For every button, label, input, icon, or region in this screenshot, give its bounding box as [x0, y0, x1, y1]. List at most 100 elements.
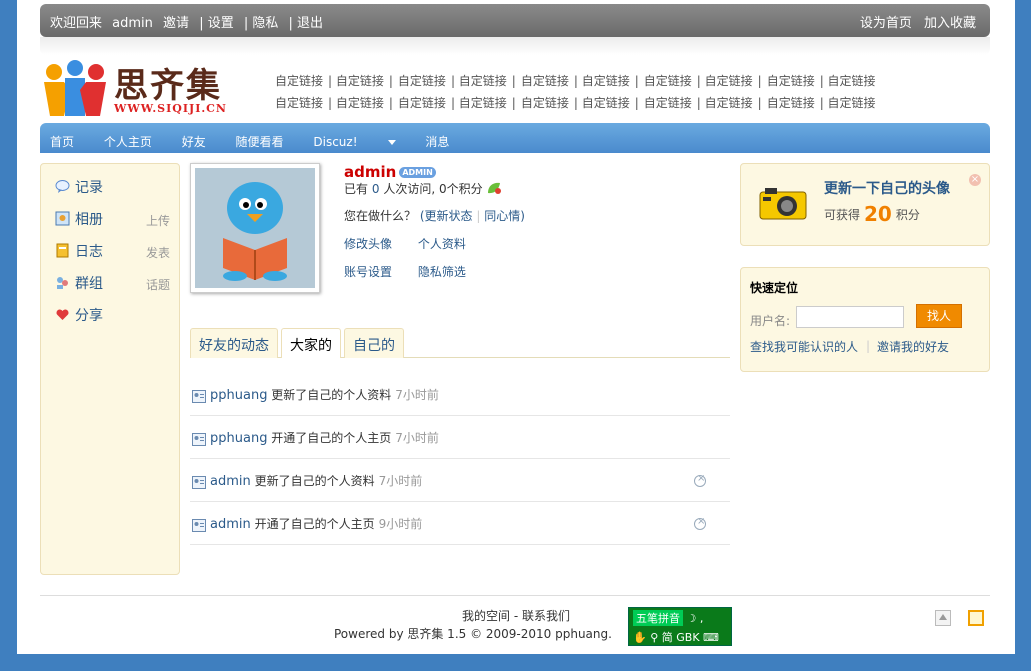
- account-settings-link[interactable]: 账号设置: [344, 265, 392, 279]
- invite-link[interactable]: 邀请: [163, 16, 189, 31]
- feed-tabs: 好友的动态 大家的 自己的: [190, 328, 730, 358]
- bookmark-link[interactable]: 加入收藏: [924, 16, 976, 31]
- find-known-link[interactable]: 查找我可能认识的人: [750, 338, 858, 355]
- chevron-down-icon: [387, 140, 396, 145]
- sidebar-item-blog[interactable]: 日志 发表: [55, 241, 170, 261]
- profile-name[interactable]: admin ADMIN: [344, 163, 436, 181]
- privacy-filter-link[interactable]: 隐私筛选: [418, 265, 466, 279]
- sidebar-item-album[interactable]: 相册 上传: [55, 209, 170, 229]
- custom-link[interactable]: | 自定链接: [574, 92, 630, 114]
- upload-link[interactable]: 上传: [146, 212, 170, 229]
- nav-home[interactable]: 首页: [50, 135, 74, 149]
- sidebar: 记录 相册 上传 日志 发表 群组 话题 分享: [40, 163, 180, 575]
- stats-has-label: 已有: [344, 182, 369, 196]
- tab-mine[interactable]: 自己的: [344, 328, 404, 358]
- feed-action: 开通了自己的个人主页: [271, 431, 392, 445]
- update-status-link[interactable]: (更新状态: [420, 209, 473, 223]
- reward-text: 可获得 20 积分: [824, 202, 920, 226]
- custom-link[interactable]: 自定链接: [644, 70, 692, 92]
- sidebar-item-label: 相册: [75, 212, 103, 228]
- custom-link[interactable]: | 自定链接: [697, 92, 753, 114]
- profile-info-link[interactable]: 个人资料: [418, 237, 466, 251]
- nav-browse[interactable]: 随便看看: [236, 135, 284, 149]
- custom-link-separator: |: [634, 74, 639, 88]
- notebook-icon: [56, 243, 69, 258]
- nav-discuz-label: Discuz!: [313, 135, 358, 149]
- custom-link[interactable]: 自定链接: [275, 70, 323, 92]
- custom-link[interactable]: | 自定链接: [697, 70, 753, 92]
- site-logo[interactable]: 思齐集 WWW.SIQIJI.CN: [40, 58, 240, 120]
- footer-links[interactable]: 我的空间 - 联系我们: [17, 607, 1015, 624]
- feed-user-link[interactable]: pphuang: [210, 388, 267, 403]
- custom-link[interactable]: | 自定链接: [451, 92, 507, 114]
- profile-links-row-1: 修改头像 个人资料: [344, 235, 488, 252]
- tab-everyone[interactable]: 大家的: [281, 328, 341, 358]
- logout-link[interactable]: | 退出: [289, 16, 324, 31]
- nav-friends[interactable]: 好友: [182, 135, 206, 149]
- feed-action: 更新了自己的个人资料: [271, 388, 392, 402]
- nav-messages[interactable]: 消息: [425, 135, 449, 149]
- nav-discuz-menu[interactable]: Discuz!: [313, 135, 396, 149]
- custom-link-separator: |: [511, 74, 516, 88]
- visit-count: 0: [371, 182, 380, 196]
- custom-link[interactable]: 自定链接: [398, 70, 446, 92]
- profile-stats: 已有 0 人次访问, 0个积分: [344, 180, 502, 197]
- tab-friends-feed[interactable]: 好友的动态: [190, 328, 278, 358]
- settings-link[interactable]: | 设置: [199, 16, 234, 31]
- delete-feed-icon[interactable]: [694, 516, 706, 530]
- sidebar-item-share[interactable]: 分享: [55, 305, 170, 325]
- visit-label: 人次访问,: [383, 182, 436, 196]
- feed-user-link[interactable]: admin: [210, 474, 251, 489]
- update-avatar-box: 更新一下自己的头像 可获得 20 积分 ×: [740, 163, 990, 246]
- calendar-icon[interactable]: [968, 610, 984, 626]
- custom-link[interactable]: 自定链接: [521, 70, 569, 92]
- sidebar-item-group[interactable]: 群组 话题: [55, 273, 170, 293]
- custom-link[interactable]: | 自定链接: [574, 70, 630, 92]
- custom-link[interactable]: | 自定链接: [820, 70, 876, 92]
- custom-link[interactable]: 自定链接: [275, 92, 323, 114]
- set-home-link[interactable]: 设为首页: [860, 16, 912, 31]
- update-avatar-title[interactable]: 更新一下自己的头像: [824, 178, 950, 198]
- custom-link[interactable]: | 自定链接: [328, 70, 384, 92]
- feed-item: pphuang 更新了自己的个人资料 7小时前: [190, 373, 730, 416]
- username-search-input[interactable]: [796, 306, 904, 328]
- sidebar-item-label: 日志: [75, 244, 103, 260]
- custom-link-separator: |: [634, 96, 639, 110]
- feed-user-link[interactable]: admin: [210, 517, 251, 532]
- nav-personal-home[interactable]: 个人主页: [104, 135, 152, 149]
- delete-feed-icon[interactable]: [694, 473, 706, 487]
- heart-icon: [56, 309, 69, 320]
- sidebar-item-label: 群组: [75, 276, 103, 292]
- custom-link[interactable]: 自定链接: [521, 92, 569, 114]
- hand-icon: ✋: [633, 631, 647, 644]
- custom-link[interactable]: | 自定链接: [451, 70, 507, 92]
- custom-link[interactable]: 自定链接: [767, 92, 815, 114]
- back-to-top-icon[interactable]: [935, 610, 951, 626]
- sidebar-item-record[interactable]: 记录: [55, 177, 170, 197]
- edit-avatar-link[interactable]: 修改头像: [344, 237, 392, 251]
- reward-points: 20: [864, 202, 892, 226]
- feed-user-link[interactable]: pphuang: [210, 431, 267, 446]
- topic-link[interactable]: 话题: [146, 276, 170, 293]
- feed-action: 更新了自己的个人资料: [254, 474, 375, 488]
- close-icon[interactable]: ×: [969, 174, 981, 186]
- post-link[interactable]: 发表: [146, 244, 170, 261]
- feed-item: admin 开通了自己的个人主页 9小时前: [190, 502, 730, 545]
- custom-link[interactable]: 自定链接: [767, 70, 815, 92]
- invite-friends-link[interactable]: 邀请我的好友: [877, 338, 949, 355]
- custom-link-separator: |: [757, 74, 762, 88]
- mood-link[interactable]: 同心情): [484, 209, 525, 223]
- custom-link[interactable]: 自定链接: [644, 92, 692, 114]
- ime-toolbar[interactable]: 五笔拼音 ☽ , ✋ ⚲ 简 GBK ⌨: [628, 607, 732, 646]
- username-label: 用户名:: [750, 314, 791, 328]
- custom-link[interactable]: | 自定链接: [328, 92, 384, 114]
- find-user-button[interactable]: 找人: [916, 304, 962, 328]
- status-prompt: 您在做什么？ (更新状态 | 同心情): [344, 207, 525, 224]
- username-link[interactable]: admin: [112, 16, 153, 31]
- moon-icon: ☽ ,: [686, 612, 704, 625]
- custom-link[interactable]: | 自定链接: [820, 92, 876, 114]
- custom-links-row-2: 自定链接 | 自定链接 | 自定链接 | 自定链接 | 自定链接 | 自定链接 | 自定链接…: [275, 92, 975, 114]
- user-avatar[interactable]: [190, 163, 320, 293]
- privacy-link[interactable]: | 隐私: [244, 16, 279, 31]
- custom-link[interactable]: 自定链接: [398, 92, 446, 114]
